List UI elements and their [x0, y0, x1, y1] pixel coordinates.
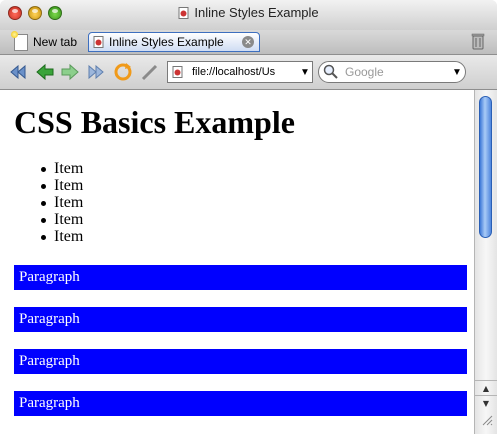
title-bar: Inline Styles Example [0, 0, 497, 31]
dropdown-icon[interactable]: ▼ [449, 67, 465, 78]
back-icon[interactable] [35, 62, 55, 82]
new-tab-label: New tab [33, 35, 78, 49]
new-page-icon [11, 30, 28, 51]
search-input[interactable]: Google ▼ [318, 61, 466, 83]
new-tab-button[interactable]: New tab [11, 30, 78, 53]
scrollbar-thumb[interactable] [479, 96, 492, 238]
page-icon [93, 36, 104, 48]
list-item: Item [40, 211, 84, 228]
dropdown-icon[interactable]: ▼ [298, 67, 312, 78]
resize-grip-icon[interactable] [481, 414, 493, 426]
tab-inline-styles[interactable]: Inline Styles Example ✕ [88, 32, 260, 52]
paragraph: Paragraph [14, 265, 467, 290]
active-tab-label: Inline Styles Example [109, 35, 224, 49]
page-icon [172, 66, 183, 78]
page-icon [178, 7, 189, 19]
url-text: file://localhost/Us [192, 66, 276, 78]
forward-icon[interactable] [60, 62, 80, 82]
page-content: CSS Basics Example Item Item Item Item I… [0, 90, 474, 434]
window-title-area: Inline Styles Example [0, 5, 497, 20]
browser-window: Inline Styles Example New tab Inline Sty… [0, 0, 497, 434]
fast-forward-icon[interactable] [86, 62, 106, 82]
search-placeholder: Google [345, 65, 384, 79]
vertical-scrollbar[interactable]: ▲ ▼ [474, 90, 497, 434]
edit-icon[interactable] [140, 62, 160, 82]
list-item: Item [40, 194, 84, 211]
url-field[interactable]: file://localhost/Us ▼ [167, 61, 313, 83]
scroll-up-arrow-icon[interactable]: ▲ [475, 380, 497, 396]
rewind-icon[interactable] [8, 62, 28, 82]
page-title: CSS Basics Example [14, 104, 295, 140]
list-item: Item [40, 228, 84, 245]
tab-close-icon[interactable]: ✕ [242, 36, 254, 48]
paragraph: Paragraph [14, 307, 467, 332]
item-list: Item Item Item Item Item [40, 160, 84, 245]
scroll-down-arrow-icon[interactable]: ▼ [475, 395, 497, 411]
navigation-toolbar: file://localhost/Us ▼ Google ▼ [0, 55, 497, 90]
paragraph: Paragraph [14, 349, 467, 374]
search-icon [323, 64, 338, 79]
trash-icon[interactable] [471, 33, 485, 50]
tab-bar: New tab Inline Styles Example ✕ [0, 30, 497, 55]
window-title: Inline Styles Example [194, 5, 319, 20]
paragraph: Paragraph [14, 391, 467, 416]
list-item: Item [40, 160, 84, 177]
list-item: Item [40, 177, 84, 194]
reload-icon[interactable] [113, 62, 133, 82]
